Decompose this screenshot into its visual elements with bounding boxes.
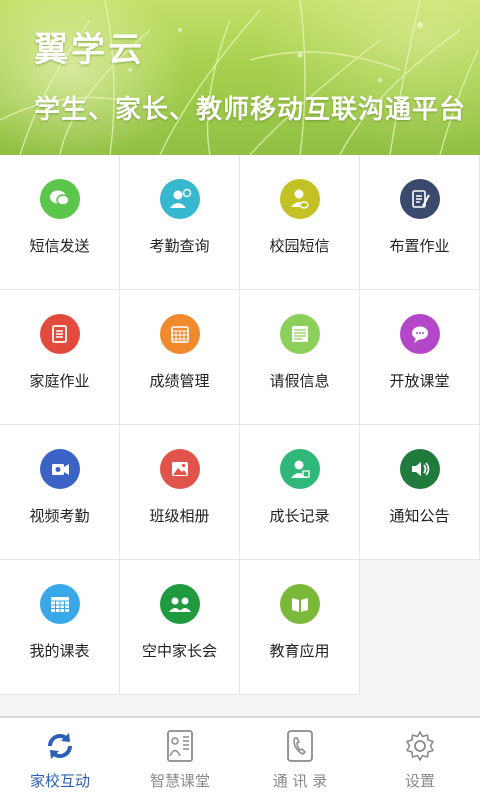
edit-document-icon — [400, 179, 440, 219]
classroom-board-icon — [167, 730, 193, 762]
grid-item-education-apps[interactable]: 教育应用 — [240, 560, 360, 695]
calendar-grid-icon — [160, 314, 200, 354]
tab-label: 设置 — [404, 772, 435, 790]
grid-item-label: 家庭作业 — [29, 372, 90, 390]
gear-icon — [406, 731, 434, 761]
chat-bubble-icon — [40, 179, 80, 219]
grid-item-video-attendance[interactable]: 视频考勤 — [0, 425, 120, 560]
feature-grid: 短信发送 考勤查询 校园短信 布置作业 家庭作业 成绩管理 请假信息 开放课堂 … — [0, 155, 480, 695]
grid-item-label: 班级相册 — [149, 507, 210, 525]
grid-item-open-classroom[interactable]: 开放课堂 — [360, 290, 480, 425]
app-subtitle: 学生、家长、教师移动互联沟通平台 — [34, 95, 467, 125]
grid-empty-cell — [360, 560, 480, 695]
tab-label: 家校互动 — [29, 772, 90, 790]
tab-label: 智慧课堂 — [149, 772, 210, 790]
grid-item-grade-management[interactable]: 成绩管理 — [120, 290, 240, 425]
speaker-icon — [400, 449, 440, 489]
timetable-icon — [40, 584, 80, 624]
grid-item-label: 教育应用 — [269, 642, 330, 660]
grid-item-campus-sms[interactable]: 校园短信 — [240, 155, 360, 290]
speech-bubble-icon — [400, 314, 440, 354]
grid-item-attendance-query[interactable]: 考勤查询 — [120, 155, 240, 290]
grid-item-class-album[interactable]: 班级相册 — [120, 425, 240, 560]
grid-item-label: 成绩管理 — [149, 372, 210, 390]
grid-item-label: 开放课堂 — [389, 372, 450, 390]
grid-item-label: 短信发送 — [29, 237, 90, 255]
grid-item-sms-send[interactable]: 短信发送 — [0, 155, 120, 290]
tab-label: 通 讯 录 — [272, 772, 328, 790]
grid-item-assign-homework[interactable]: 布置作业 — [360, 155, 480, 290]
grid-item-label: 请假信息 — [269, 372, 330, 390]
bottom-tab-bar: 家校互动 智慧课堂 通 讯 录 设置 — [0, 716, 480, 800]
grid-item-label: 成长记录 — [269, 507, 330, 525]
person-message-icon — [280, 179, 320, 219]
grid-item-label: 空中家长会 — [141, 642, 217, 660]
grid-item-growth-record[interactable]: 成长记录 — [240, 425, 360, 560]
refresh-arrows-icon — [48, 733, 72, 759]
grid-item-label: 我的课表 — [29, 642, 90, 660]
tab-smart-classroom[interactable]: 智慧课堂 — [120, 718, 240, 800]
grid-item-notice[interactable]: 通知公告 — [360, 425, 480, 560]
person-check-icon — [160, 179, 200, 219]
video-camera-icon — [40, 449, 80, 489]
header-banner: 翼学云 学生、家长、教师移动互联沟通平台 — [0, 0, 480, 155]
person-badge-icon — [280, 449, 320, 489]
list-document-icon — [40, 314, 80, 354]
tab-contacts[interactable]: 通 讯 录 — [240, 718, 360, 800]
leave-form-icon — [280, 314, 320, 354]
grid-item-label: 布置作业 — [389, 237, 450, 255]
group-people-icon — [160, 584, 200, 624]
tab-settings[interactable]: 设置 — [360, 718, 480, 800]
grid-item-label: 视频考勤 — [29, 507, 90, 525]
tab-home-school-interaction[interactable]: 家校互动 — [0, 718, 120, 800]
grid-item-label: 考勤查询 — [149, 237, 210, 255]
photo-album-icon — [160, 449, 200, 489]
app-title: 翼学云 — [34, 30, 145, 70]
phone-book-icon — [287, 730, 313, 762]
grid-item-label: 通知公告 — [389, 507, 450, 525]
grid-item-online-parent-meeting[interactable]: 空中家长会 — [120, 560, 240, 695]
grid-item-label: 校园短信 — [269, 237, 330, 255]
grid-item-home-homework[interactable]: 家庭作业 — [0, 290, 120, 425]
grid-item-leave-info[interactable]: 请假信息 — [240, 290, 360, 425]
book-app-icon — [280, 584, 320, 624]
grid-item-my-timetable[interactable]: 我的课表 — [0, 560, 120, 695]
